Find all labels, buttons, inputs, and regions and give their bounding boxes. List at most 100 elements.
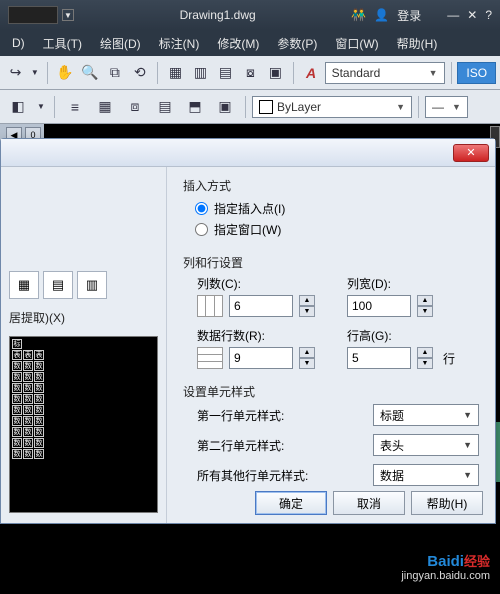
insert-window-label: 指定窗口(W) [214, 221, 281, 238]
second-row-style-select[interactable]: 表头 ▼ [373, 434, 479, 456]
redo-dropdown-icon[interactable]: ▼ [29, 60, 41, 86]
dialog-left-panel: ▦ ▤ ▥ 居提取)(X) 标 表表表 数数数 数数数 数数数 数数数 数数数 … [1, 167, 167, 523]
color-selector[interactable] [8, 6, 58, 24]
colwidth-label: 列宽(D): [347, 275, 479, 292]
wm-url: jingyan.baidu.com [401, 570, 490, 582]
layer-value: ByLayer [277, 100, 321, 114]
text-style-select[interactable]: Standard ▼ [325, 62, 445, 84]
insert-point-radio-input[interactable] [195, 202, 208, 215]
tool-e-icon[interactable]: ▣ [264, 60, 287, 86]
help-button[interactable]: 帮助(H) [411, 491, 483, 515]
columns-icon [197, 295, 223, 317]
cell-styles-group: 设置单元样式 第一行单元样式: 标题▼ 第二行单元样式: 表头 ▼ 所有其他行单元… [183, 383, 479, 486]
insert-window-radio[interactable]: 指定窗口(W) [183, 219, 479, 240]
tool-c-icon[interactable]: ▤ [214, 60, 237, 86]
layer-swatch-icon [259, 100, 273, 114]
first-row-style-value: 标题 [380, 407, 404, 424]
document-name: Drawing1.dwg [84, 8, 351, 22]
iso-tag[interactable]: ISO [457, 62, 496, 84]
layer-a-icon[interactable]: ≡ [61, 94, 89, 120]
rowheight-label: 行高(G): [347, 327, 479, 344]
tool-a-icon[interactable]: ▦ [164, 60, 187, 86]
menu-params[interactable]: 参数(P) [269, 31, 325, 56]
props-a-icon[interactable]: ◧ [4, 94, 32, 120]
close-x-icon[interactable]: ✕ [467, 8, 477, 22]
login-link[interactable]: 登录 [397, 7, 421, 24]
linew-select[interactable]: —▼ [425, 96, 468, 118]
menu-draw[interactable]: 绘图(D) [92, 31, 149, 56]
menu-bar: D) 工具(T) 绘图(D) 标注(N) 修改(M) 参数(P) 窗口(W) 帮… [0, 30, 500, 56]
chevron-down-icon: ▼ [421, 68, 438, 78]
dialog-titlebar: ✕ [1, 139, 495, 167]
zoom-window-icon[interactable]: ⧉ [103, 60, 126, 86]
other-rows-style-label: 所有其他行单元样式: [197, 467, 373, 484]
insert-point-radio[interactable]: 指定插入点(I) [183, 198, 479, 219]
rowcol-group: 列和行设置 列数(C): ▲▼ 列宽(D): [183, 254, 479, 369]
rowheight-spinner[interactable]: ▲▼ [417, 347, 433, 369]
redo-icon[interactable]: ↪ [4, 60, 27, 86]
second-row-style-label: 第二行单元样式: [197, 437, 373, 454]
layer-select[interactable]: ByLayer ▼ [252, 96, 412, 118]
menu-window[interactable]: 窗口(W) [327, 31, 386, 56]
datarows-spinner[interactable]: ▲▼ [299, 347, 315, 369]
style-option-c[interactable]: ▥ [77, 271, 107, 299]
props-b-icon[interactable]: ▼ [34, 94, 48, 120]
wm-c: 经验 [464, 554, 490, 569]
text-style-icon[interactable]: A [300, 60, 323, 86]
dialog-close-button[interactable]: ✕ [453, 144, 489, 162]
layer-e-icon[interactable]: ⬒ [181, 94, 209, 120]
help-icon[interactable]: ? [485, 8, 492, 22]
minimize-icon[interactable]: — [447, 8, 459, 22]
layer-b-icon[interactable]: ▦ [91, 94, 119, 120]
datarows-label: 数据行数(R): [197, 327, 329, 344]
cancel-button[interactable]: 取消 [333, 491, 405, 515]
color-dropdown-icon[interactable]: ▼ [62, 9, 74, 21]
tool-b-icon[interactable]: ▥ [189, 60, 212, 86]
person-icon[interactable]: 👤 [374, 8, 389, 22]
tool-d-icon[interactable]: ⧇ [239, 60, 262, 86]
other-rows-style-value: 数据 [380, 467, 404, 484]
zoom-prev-icon[interactable]: ⟲ [128, 60, 151, 86]
style-option-b[interactable]: ▤ [43, 271, 73, 299]
insert-table-dialog: ✕ ▦ ▤ ▥ 居提取)(X) 标 表表表 数数数 数数数 数数数 数数数 数数… [0, 138, 496, 524]
datarows-input[interactable] [229, 347, 293, 369]
pan-icon[interactable]: ✋ [53, 60, 76, 86]
colwidth-input[interactable] [347, 295, 411, 317]
chevron-down-icon: ▼ [463, 440, 472, 450]
insert-point-label: 指定插入点(I) [214, 200, 285, 217]
toolbar-row-1: ↪ ▼ ✋ 🔍 ⧉ ⟲ ▦ ▥ ▤ ⧇ ▣ A Standard ▼ ISO [0, 56, 500, 90]
chevron-down-icon: ▼ [388, 102, 405, 112]
styles-title: 设置单元样式 [183, 383, 479, 400]
menu-d[interactable]: D) [4, 32, 33, 54]
dialog-right-panel: 插入方式 指定插入点(I) 指定窗口(W) 列和行设置 列数(C): ▲▼ [167, 167, 495, 523]
columns-input[interactable] [229, 295, 293, 317]
insert-mode-title: 插入方式 [183, 177, 479, 194]
ok-button[interactable]: 确定 [255, 491, 327, 515]
columns-spinner[interactable]: ▲▼ [299, 295, 315, 317]
wm-a: Bai [427, 553, 450, 570]
layer-c-icon[interactable]: ⧈ [121, 94, 149, 120]
menu-tools[interactable]: 工具(T) [35, 31, 90, 56]
layer-f-icon[interactable]: ▣ [211, 94, 239, 120]
menu-annotate[interactable]: 标注(N) [151, 31, 208, 56]
wm-b: di [451, 553, 464, 570]
second-row-style-value: 表头 [380, 437, 404, 454]
insert-window-radio-input[interactable] [195, 223, 208, 236]
columns-label: 列数(C): [197, 275, 329, 292]
zoom-rt-icon[interactable]: 🔍 [78, 60, 101, 86]
menu-modify[interactable]: 修改(M) [209, 31, 267, 56]
menu-help[interactable]: 帮助(H) [389, 31, 446, 56]
data-extract-label[interactable]: 居提取)(X) [9, 309, 158, 326]
layer-d-icon[interactable]: ▤ [151, 94, 179, 120]
style-option-a[interactable]: ▦ [9, 271, 39, 299]
text-style-value: Standard [332, 66, 381, 80]
rows-icon [197, 347, 223, 369]
dialog-buttons: 确定 取消 帮助(H) [255, 491, 483, 515]
binoculars-icon[interactable]: 👬 [351, 8, 366, 22]
first-row-style-select[interactable]: 标题▼ [373, 404, 479, 426]
rowheight-input[interactable] [347, 347, 411, 369]
first-row-style-label: 第一行单元样式: [197, 407, 373, 424]
colwidth-spinner[interactable]: ▲▼ [417, 295, 433, 317]
chevron-down-icon: ▼ [444, 102, 461, 112]
other-rows-style-select[interactable]: 数据▼ [373, 464, 479, 486]
